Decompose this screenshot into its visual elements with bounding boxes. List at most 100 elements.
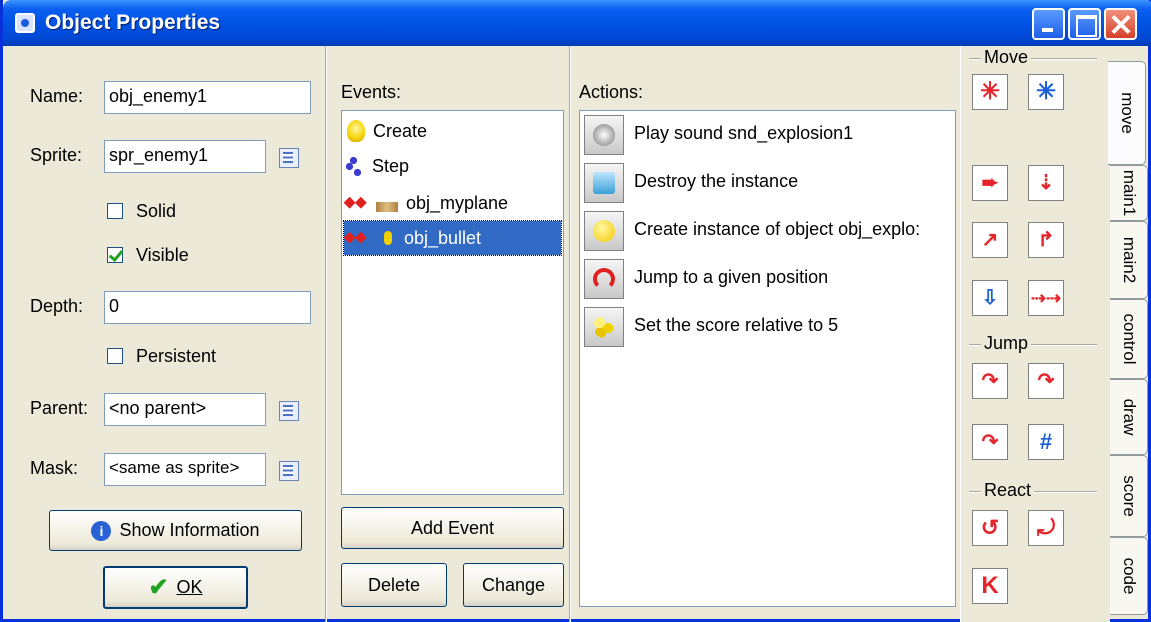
bounce-icon[interactable]: ⤾ [1028, 510, 1064, 546]
show-information-label: Show Information [119, 520, 260, 540]
action-label: Create instance of object obj_explo: [634, 219, 921, 239]
visible-checkbox[interactable] [107, 247, 123, 263]
minimize-button[interactable] [1032, 8, 1065, 40]
lightbulb-icon [347, 120, 365, 142]
action-palette: Move ✳ ✳ ➨ ⇣ ↗ ↱ ⇩ ⇢⇢ Jump ↷ ↷ ↷ # React… [960, 46, 1110, 622]
speed-vertical-icon[interactable]: ↗ [972, 222, 1008, 258]
tab-label: code [1119, 557, 1139, 595]
close-button[interactable] [1104, 8, 1137, 40]
event-label: obj_bullet [404, 227, 482, 248]
persistent-checkbox[interactable] [107, 348, 123, 364]
sprite-browse-icon[interactable] [279, 148, 299, 168]
checkmark-icon: ✔ [148, 574, 169, 601]
events-list[interactable]: Create Step ⬥⬥ obj_myplane ⬥⬥ obj_bullet [341, 110, 564, 495]
tab-label: control [1119, 313, 1139, 365]
ok-button[interactable]: ✔ OK [103, 566, 248, 609]
show-information-button[interactable]: i Show Information [49, 510, 302, 551]
collision-icon: ⬥⬥ [344, 194, 367, 211]
window-title: Object Properties [45, 11, 221, 34]
title-bar[interactable]: Object Properties [3, 0, 1151, 46]
jump-start-icon[interactable]: ↷ [1028, 363, 1064, 399]
tab-move[interactable]: move [1108, 61, 1146, 165]
wrap-icon[interactable]: K [972, 568, 1008, 604]
actions-list[interactable]: Play sound snd_explosion1 Destroy the in… [579, 110, 956, 607]
speaker-icon [584, 115, 624, 155]
parent-browse-icon[interactable] [279, 401, 299, 421]
reverse-horizontal-icon[interactable]: ⇢⇢ [1028, 280, 1064, 316]
solid-label: Solid [136, 201, 177, 221]
solid-checkbox[interactable] [107, 203, 123, 219]
mask-field[interactable]: <same as sprite> [104, 453, 266, 486]
depth-label: Depth: [30, 296, 84, 316]
delete-button[interactable]: Delete [341, 563, 447, 607]
change-button[interactable]: Change [463, 563, 564, 607]
move-free-icon[interactable]: ✳ [1028, 74, 1064, 110]
trash-icon [584, 163, 624, 203]
tab-control[interactable]: control [1110, 299, 1148, 379]
jump-icon [584, 259, 624, 299]
info-icon: i [91, 520, 112, 541]
jump-section-label: Jump [981, 333, 1032, 354]
tab-draw[interactable]: draw [1110, 379, 1148, 455]
middle-divider [569, 46, 571, 622]
bullet-icon [384, 231, 392, 245]
actions-header: Actions: [579, 82, 644, 102]
action-label: Set the score relative to 5 [634, 315, 839, 335]
tab-score[interactable]: score [1110, 455, 1148, 537]
tab-label: main2 [1119, 236, 1139, 284]
event-item[interactable]: Create [344, 114, 561, 148]
event-label: obj_myplane [406, 192, 509, 213]
add-event-button[interactable]: Add Event [341, 507, 564, 549]
action-label: Play sound snd_explosion1 [634, 123, 854, 143]
name-input[interactable]: obj_enemy1 [104, 81, 311, 114]
maximize-button[interactable] [1068, 8, 1101, 40]
action-item[interactable]: Play sound snd_explosion1 [584, 115, 853, 157]
object-properties-window: Object Properties Name: obj_enemy1 Sprit… [0, 0, 1151, 622]
parent-label: Parent: [30, 398, 89, 418]
collision-icon: ⬥⬥ [344, 229, 367, 246]
parent-field[interactable]: <no parent> [104, 393, 266, 426]
move-section-label: Move [981, 47, 1032, 68]
event-label: Step [372, 155, 410, 176]
action-item[interactable]: Destroy the instance [584, 163, 798, 205]
ok-label: OK [176, 577, 203, 597]
lightbulb-icon [584, 211, 624, 251]
tab-label: main1 [1119, 169, 1139, 217]
score-icon [584, 307, 624, 347]
reverse-vertical-icon[interactable]: ⇩ [972, 280, 1008, 316]
tab-label: draw [1119, 398, 1139, 436]
gravity-icon[interactable]: ↱ [1028, 222, 1064, 258]
move-fixed-icon[interactable]: ✳ [972, 74, 1008, 110]
events-header: Events: [341, 82, 402, 102]
action-item[interactable]: Create instance of object obj_explo: [584, 211, 920, 253]
event-item[interactable]: ⬥⬥ obj_myplane [344, 186, 561, 220]
align-grid-icon[interactable]: # [1028, 424, 1064, 460]
mask-label: Mask: [30, 458, 79, 478]
sprite-field[interactable]: spr_enemy1 [104, 140, 266, 173]
tab-label: move [1117, 92, 1137, 134]
action-item[interactable]: Set the score relative to 5 [584, 307, 838, 349]
jump-position-icon[interactable]: ↷ [972, 363, 1008, 399]
action-label: Jump to a given position [634, 267, 829, 287]
persistent-label: Persistent [136, 346, 217, 366]
action-item[interactable]: Jump to a given position [584, 259, 828, 301]
reverse-icon[interactable]: ↺ [972, 510, 1008, 546]
footsteps-icon [344, 154, 366, 178]
mask-browse-icon[interactable] [279, 461, 299, 481]
sprite-label: Sprite: [30, 145, 83, 165]
tab-code[interactable]: code [1110, 537, 1148, 615]
move-towards-icon[interactable]: ➨ [972, 165, 1008, 201]
react-section-label: React [981, 480, 1035, 501]
event-item[interactable]: Step [344, 149, 561, 183]
plane-icon [376, 201, 398, 212]
visible-label: Visible [136, 245, 189, 265]
tab-main2[interactable]: main2 [1110, 221, 1148, 299]
name-label: Name: [30, 86, 84, 106]
app-icon [15, 13, 35, 33]
depth-input[interactable]: 0 [104, 291, 311, 324]
tab-main1[interactable]: main1 [1110, 165, 1148, 221]
tab-label: score [1119, 475, 1139, 517]
jump-random-icon[interactable]: ↷ [972, 424, 1008, 460]
speed-horizontal-icon[interactable]: ⇣ [1028, 165, 1064, 201]
event-item-selected[interactable]: ⬥⬥ obj_bullet [343, 220, 562, 256]
